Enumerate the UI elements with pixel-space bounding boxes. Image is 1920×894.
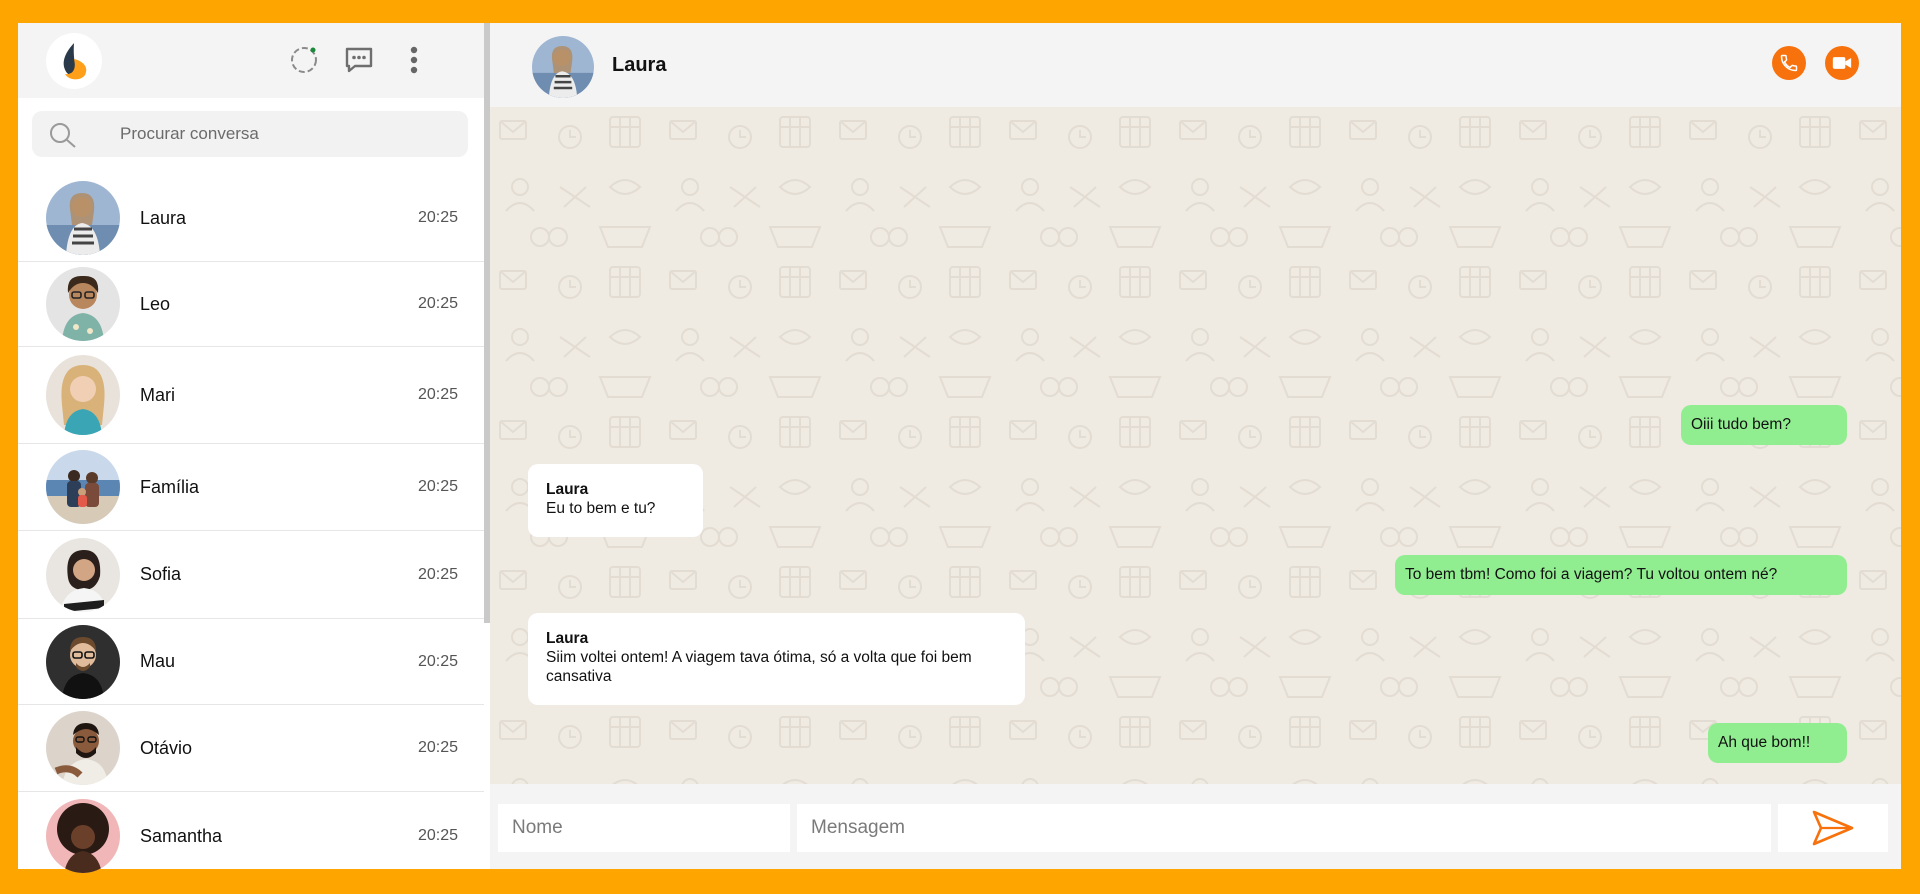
sidebar: Laura 20:25 Leo 20:25 Mari 20:25: [18, 23, 490, 873]
message-text: Oiii tudo bem?: [1691, 416, 1791, 433]
contact-list: Laura 20:25 Leo 20:25 Mari 20:25 Família…: [18, 175, 484, 880]
name-input[interactable]: [498, 804, 790, 852]
message-sent[interactable]: Oiii tudo bem?: [1681, 405, 1847, 445]
contact-item-sofia[interactable]: Sofia 20:25: [18, 531, 484, 619]
chat-header: Laura: [490, 23, 1901, 107]
avatar: [46, 799, 120, 873]
contact-name: Laura: [140, 207, 187, 228]
contact-time: 20:25: [417, 386, 458, 403]
chat-app: Laura 20:25 Leo 20:25 Mari 20:25: [18, 23, 1901, 873]
chat-contact-avatar[interactable]: [532, 36, 594, 98]
contact-item-mari[interactable]: Mari 20:25: [18, 347, 484, 444]
send-icon: [1812, 810, 1854, 846]
chat-panel: Laura Oiii tudo bem? Laura Eu to bem e t…: [490, 23, 1901, 869]
search-bar: [32, 111, 468, 157]
search-input[interactable]: [120, 119, 450, 149]
logo-icon: [63, 43, 87, 80]
contact-name: Família: [140, 476, 200, 497]
message-sent[interactable]: Ah que bom!!: [1708, 723, 1847, 763]
contact-time: 20:25: [417, 209, 458, 226]
avatar: [46, 181, 120, 255]
contact-time: 20:25: [417, 295, 458, 312]
contact-item-laura[interactable]: Laura 20:25: [18, 175, 484, 262]
contact-time: 20:25: [417, 739, 458, 756]
avatar: [46, 711, 120, 785]
voice-call-button[interactable]: [1772, 46, 1806, 80]
message-received[interactable]: Laura Eu to bem e tu?: [528, 464, 703, 537]
contact-item-samantha[interactable]: Samantha 20:25: [18, 792, 484, 880]
video-camera-icon: [1832, 57, 1852, 69]
avatar: [46, 355, 120, 435]
new-chat-icon[interactable]: [344, 45, 374, 75]
video-call-button[interactable]: [1825, 46, 1859, 80]
contact-time: 20:25: [417, 478, 458, 495]
message-text: To bem tbm! Como foi a viagem? Tu voltou…: [1405, 566, 1778, 583]
contact-item-leo[interactable]: Leo 20:25: [18, 262, 484, 347]
contact-time: 20:25: [417, 565, 458, 583]
send-button[interactable]: [1778, 804, 1888, 852]
contact-item-mau[interactable]: Mau 20:25: [18, 619, 484, 705]
search-icon[interactable]: [48, 121, 78, 149]
avatar: [46, 625, 120, 699]
contact-name: Leo: [140, 293, 171, 314]
app-logo: [46, 33, 102, 89]
message-area[interactable]: Oiii tudo bem? Laura Eu to bem e tu? To …: [490, 107, 1901, 784]
message-composer: [490, 784, 1901, 869]
contact-time: 20:25: [417, 827, 458, 844]
contact-item-familia[interactable]: Família 20:25: [18, 444, 484, 531]
avatar: [46, 538, 120, 612]
avatar: [46, 267, 120, 341]
contact-time: 20:25: [417, 652, 458, 670]
phone-icon: [1780, 54, 1798, 72]
contact-name: Sofia: [140, 564, 182, 584]
message-text: Ah que bom!!: [1718, 734, 1811, 751]
contact-item-otavio[interactable]: Otávio 20:25: [18, 705, 484, 792]
contact-name: Mari: [140, 384, 175, 405]
message-sent[interactable]: To bem tbm! Como foi a viagem? Tu voltou…: [1395, 555, 1847, 595]
message-author: Laura: [546, 481, 589, 498]
message-received[interactable]: Laura Siim voltei ontem! A viagem tava ó…: [528, 613, 1025, 705]
menu-icon[interactable]: [399, 45, 429, 75]
status-icon[interactable]: [289, 45, 319, 75]
sidebar-header: [18, 23, 484, 98]
message-text: Siim voltei ontem! A viagem tava ótima, …: [546, 649, 972, 685]
contact-name: Samantha: [140, 825, 223, 846]
chat-contact-name: Laura: [612, 54, 667, 76]
contact-name: Mau: [140, 651, 176, 671]
message-author: Laura: [546, 630, 589, 647]
contact-name: Otávio: [140, 737, 193, 758]
message-input[interactable]: [797, 804, 1771, 852]
message-text: Eu to bem e tu?: [546, 500, 656, 517]
avatar: [46, 450, 120, 524]
